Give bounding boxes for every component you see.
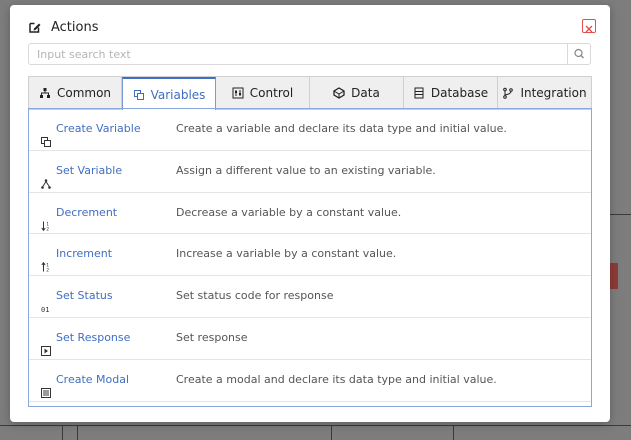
background-connector — [453, 425, 454, 440]
tab-integration[interactable]: Integration — [498, 77, 592, 110]
action-name[interactable]: Create Variable — [56, 109, 141, 149]
copy-icon — [133, 89, 145, 101]
background-connector — [331, 425, 332, 440]
list-item[interactable]: Set Variable Assign a different value to… — [29, 151, 591, 193]
list-item[interactable]: Create Modal Create a modal and declare … — [29, 360, 591, 402]
tab-database[interactable]: Database — [404, 77, 498, 110]
cube-icon — [333, 87, 345, 99]
action-name[interactable]: Set Response — [56, 318, 130, 358]
tab-data[interactable]: Data — [310, 77, 404, 110]
tab-label: Variables — [150, 87, 206, 102]
play-square-icon — [41, 333, 51, 356]
close-icon — [585, 25, 593, 33]
action-name[interactable]: Create Modal — [56, 360, 129, 400]
search-box — [28, 43, 591, 65]
list-item[interactable]: 01 Set Status Set status code for respon… — [29, 276, 591, 318]
background-connector — [62, 425, 63, 440]
edit-icon — [28, 19, 42, 33]
list-item[interactable]: Set Response Set response — [29, 318, 591, 360]
action-description: Decrease a variable by a constant value. — [176, 205, 402, 219]
sort-desc-icon: 12 — [41, 208, 51, 232]
list-item[interactable]: 12 Increment Increase a variable by a co… — [29, 234, 591, 277]
background-connector — [77, 425, 78, 440]
tab-bar: Common Variables Control Data Database I — [28, 76, 592, 110]
svg-text:2: 2 — [46, 226, 49, 231]
search-button[interactable] — [567, 44, 590, 64]
action-name[interactable]: Increment — [56, 234, 112, 274]
action-description: Create a variable and declare its data t… — [176, 122, 507, 135]
sitemap-icon — [39, 87, 51, 99]
svg-text:2: 2 — [46, 268, 49, 273]
action-description: Assign a different value to an existing … — [176, 163, 436, 177]
modal-header: Actions — [28, 19, 596, 37]
actions-modal: Actions Common Variables — [10, 5, 610, 422]
close-button[interactable] — [582, 19, 596, 33]
list-item[interactable]: 12 Decrement Decrease a variable by a co… — [29, 193, 591, 235]
sitemap-icon — [41, 166, 51, 189]
control-icon — [232, 87, 244, 99]
tab-label: Common — [56, 86, 112, 100]
search-input[interactable] — [29, 44, 567, 64]
tab-common[interactable]: Common — [28, 77, 122, 110]
tab-control[interactable]: Control — [216, 77, 310, 110]
copy-icon — [41, 124, 51, 147]
action-name[interactable]: Decrement — [56, 193, 117, 233]
background-divider — [0, 425, 631, 426]
tab-label: Integration — [520, 86, 587, 100]
action-description: Create a modal and declare its data type… — [176, 372, 497, 386]
modal-title: Actions — [51, 20, 99, 35]
sort-asc-icon: 12 — [41, 249, 51, 274]
action-description: Increase a variable by a constant value. — [176, 247, 397, 261]
action-name[interactable]: Set Variable — [56, 151, 122, 191]
action-description: Set status code for response — [176, 289, 334, 303]
action-description: Set response — [176, 330, 248, 344]
list-icon — [41, 375, 51, 398]
database-icon — [413, 87, 425, 99]
search-icon — [574, 48, 584, 59]
tab-label: Data — [351, 86, 380, 100]
background-node — [610, 263, 618, 289]
tab-label: Database — [430, 86, 489, 100]
actions-list: Create Variable Create a variable and de… — [28, 108, 592, 407]
action-name[interactable]: Set Status — [56, 276, 113, 316]
svg-text:01: 01 — [41, 306, 49, 314]
tab-variables[interactable]: Variables — [122, 77, 216, 110]
list-item[interactable]: Create Variable Create a variable and de… — [29, 109, 591, 151]
background-divider — [610, 214, 631, 215]
binary-icon: 01 — [41, 291, 51, 314]
tab-label: Control — [249, 86, 294, 100]
git-branch-icon — [502, 87, 514, 99]
